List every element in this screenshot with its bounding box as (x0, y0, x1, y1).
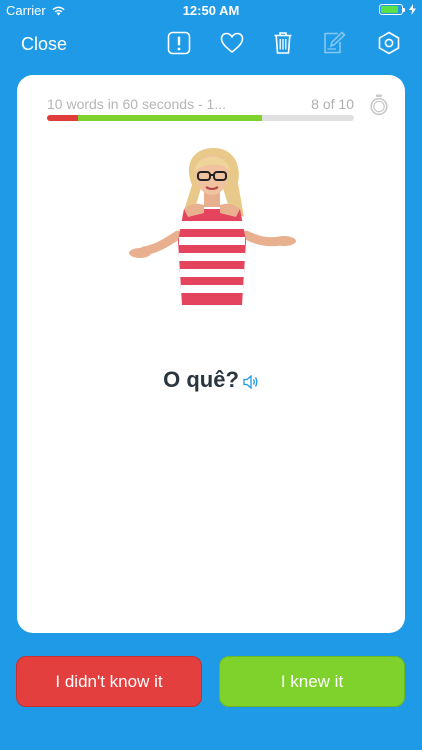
heart-icon[interactable] (219, 30, 245, 56)
trash-icon[interactable] (270, 30, 296, 56)
word-row: O quê? (17, 367, 405, 393)
edit-icon[interactable] (321, 30, 347, 56)
progress-count: 8 of 10 (311, 96, 354, 112)
status-time: 12:50 AM (182, 3, 240, 18)
knew-it-button[interactable]: I knew it (219, 656, 405, 707)
flashcard-word: O quê? (163, 367, 239, 392)
flashcard: 10 words in 60 seconds - 1... 8 of 10 O … (17, 75, 405, 633)
progress-wrong-segment (47, 115, 78, 121)
progress-right-segment (77, 115, 262, 121)
report-icon[interactable] (166, 30, 192, 56)
speaker-icon[interactable] (243, 375, 259, 389)
nav-bar: Close (0, 26, 422, 62)
progress-bar (47, 115, 354, 121)
battery-icon (379, 4, 405, 15)
status-right (379, 4, 416, 15)
didnt-know-button[interactable]: I didn't know it (16, 656, 202, 707)
word-illustration-image (129, 147, 296, 305)
stopwatch-icon (370, 94, 388, 116)
charging-bolt-icon (409, 4, 416, 15)
settings-icon[interactable] (376, 30, 402, 56)
progress-title: 10 words in 60 seconds - 1... (47, 96, 226, 112)
status-bar: Carrier 12:50 AM (0, 0, 422, 22)
close-button[interactable]: Close (21, 34, 67, 55)
